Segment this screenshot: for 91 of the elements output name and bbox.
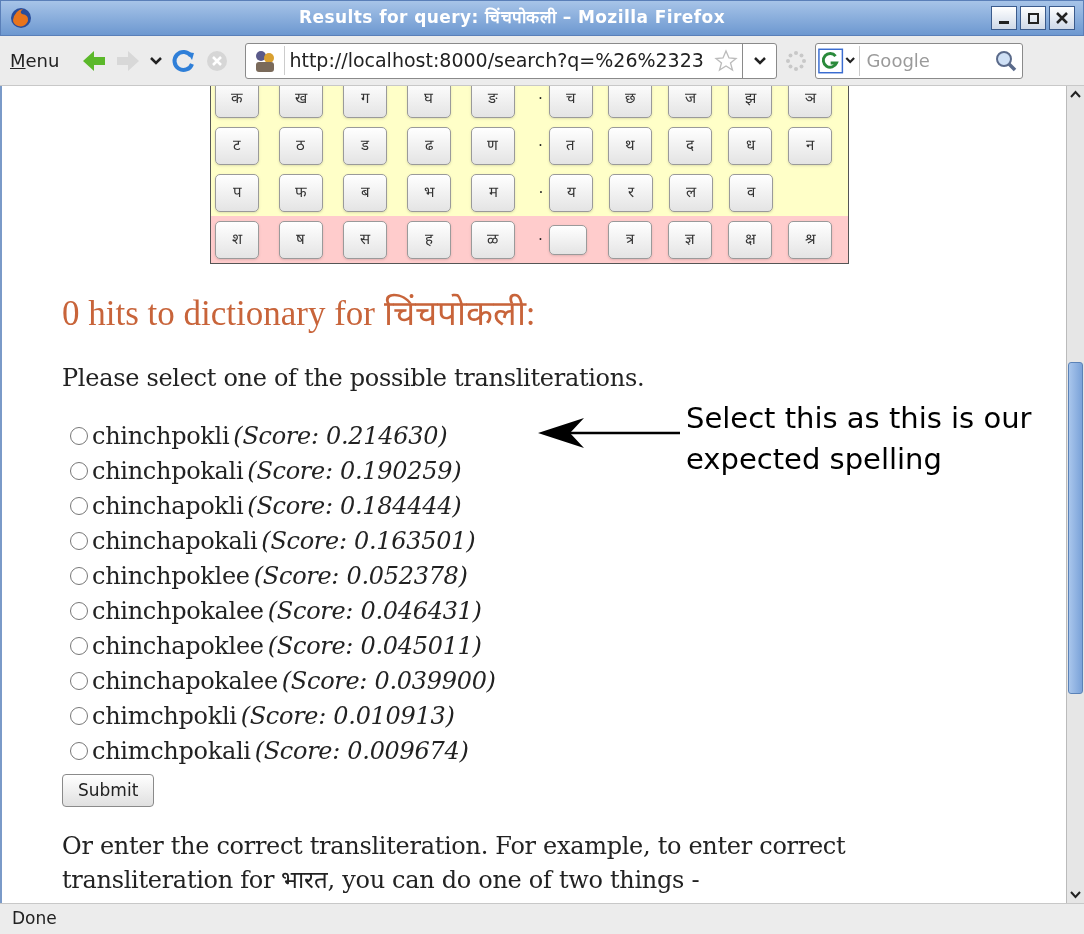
status-text: Done: [12, 907, 57, 931]
letter-key[interactable]: त: [548, 126, 593, 165]
radio-button[interactable]: [70, 461, 88, 480]
loading-spinner-icon: [785, 49, 808, 72]
arrow-icon: [538, 418, 680, 448]
letter-key[interactable]: क: [215, 86, 259, 118]
close-button[interactable]: [1049, 6, 1075, 30]
radio-button[interactable]: [70, 601, 88, 620]
transliteration-option[interactable]: chinchapokalee (Score: 0.039900): [62, 663, 610, 698]
letter-key[interactable]: ङ: [470, 86, 515, 118]
letter-key[interactable]: त्र: [608, 220, 653, 259]
close-icon: [1056, 12, 1068, 24]
annotation-text: Select this as this is our expected spelling: [686, 400, 1033, 478]
letter-key[interactable]: ष: [278, 220, 323, 259]
letter-key[interactable]: व: [729, 173, 773, 212]
instruction-paragraph: Or enter the correct transliteration. For example, to enter correct transliteration for भारत, you can do one of two things -: [62, 831, 847, 896]
letter-key[interactable]: ग: [342, 86, 387, 118]
search-field[interactable]: Google: [860, 47, 995, 74]
menu-button[interactable]: Menu: [10, 47, 60, 74]
separator-dot: ·: [537, 89, 544, 108]
minimize-icon: [999, 20, 1009, 24]
transliteration-option[interactable]: chinchapokali (Score: 0.163501): [62, 523, 610, 558]
letter-key[interactable]: न: [788, 126, 833, 165]
scroll-thumb[interactable]: [1068, 362, 1083, 694]
letter-key[interactable]: म: [471, 173, 515, 212]
radio-button[interactable]: [70, 741, 88, 760]
window-title: Results for query: चिंचपोकली – Mozilla Firefox: [297, 6, 727, 30]
letter-key[interactable]: ढ: [406, 126, 451, 165]
results-heading: 0 hits to dictionary for चिंचपोकली:: [62, 294, 537, 334]
search-engine-icon[interactable]: [816, 45, 861, 76]
transliteration-option[interactable]: chimchpokali (Score: 0.009674): [62, 733, 610, 768]
caret-icon: [752, 55, 767, 66]
radio-button[interactable]: [70, 706, 88, 725]
letter-key[interactable]: ळ: [470, 220, 515, 259]
transliteration-option[interactable]: chinchpokli (Score: 0.214630): [62, 418, 610, 453]
letter-key[interactable]: ज: [668, 86, 713, 118]
separator-dot: ·: [537, 183, 545, 202]
letter-key[interactable]: ब: [343, 173, 387, 212]
letter-key[interactable]: क्ष: [728, 220, 773, 259]
letter-key[interactable]: र: [609, 173, 653, 212]
letter-key[interactable]: छ: [608, 86, 653, 118]
maximize-button[interactable]: [1020, 6, 1046, 30]
letter-key[interactable]: भ: [407, 173, 451, 212]
letter-key[interactable]: ख: [278, 86, 323, 118]
minimize-button[interactable]: [991, 6, 1017, 30]
radio-button[interactable]: [70, 496, 88, 515]
radio-button[interactable]: [70, 566, 88, 585]
blank-key[interactable]: [548, 224, 587, 255]
bookmark-star-icon[interactable]: [714, 48, 739, 73]
radio-button[interactable]: [70, 671, 88, 690]
letter-key[interactable]: स: [342, 220, 387, 259]
separator-dot: ·: [537, 136, 544, 155]
radio-button[interactable]: [70, 636, 88, 655]
letter-key[interactable]: ज्ञ: [668, 220, 713, 259]
transliteration-option[interactable]: chinchpokalee (Score: 0.046431): [62, 593, 610, 628]
back-arrow-icon[interactable]: [81, 48, 108, 73]
search-icon[interactable]: [994, 48, 1019, 73]
address-bar[interactable]: http://localhost:8000/search?q=%26%2323: [245, 42, 778, 79]
letter-key[interactable]: य: [549, 173, 593, 212]
dropdown-caret-icon[interactable]: [149, 55, 164, 66]
letter-key[interactable]: ञ: [788, 86, 833, 118]
letter-key[interactable]: प: [215, 173, 259, 212]
search-box[interactable]: Google: [815, 42, 1024, 79]
transliteration-option[interactable]: chinchapokli (Score: 0.184444): [62, 488, 610, 523]
submit-button[interactable]: Submit: [62, 774, 155, 807]
radio-button[interactable]: [70, 531, 88, 550]
separator-dot: ·: [537, 230, 544, 249]
transliteration-option[interactable]: chimchpokli (Score: 0.010913): [62, 698, 610, 733]
letter-key[interactable]: श: [215, 220, 259, 259]
letter-key[interactable]: ल: [669, 173, 713, 212]
letter-key[interactable]: श्र: [788, 220, 833, 259]
letter-key[interactable]: ड: [342, 126, 387, 165]
letter-key[interactable]: ट: [215, 126, 259, 165]
letter-key[interactable]: थ: [608, 126, 653, 165]
letter-key[interactable]: घ: [406, 86, 451, 118]
letter-key[interactable]: च: [548, 86, 593, 118]
transliteration-option[interactable]: chinchapoklee (Score: 0.045011): [62, 628, 610, 663]
scrollbar[interactable]: [1066, 86, 1084, 903]
letter-key[interactable]: ध: [728, 126, 773, 165]
radio-button[interactable]: [70, 426, 88, 445]
transliteration-option[interactable]: chinchpokali (Score: 0.190259): [62, 453, 610, 488]
letter-key[interactable]: फ: [279, 173, 323, 212]
instruction-text: Please select one of the possible transliterations.: [62, 363, 646, 394]
letter-key[interactable]: झ: [728, 86, 773, 118]
letter-key[interactable]: द: [668, 126, 713, 165]
maximize-icon: [1027, 12, 1039, 24]
letter-key[interactable]: ह: [406, 220, 451, 259]
url-text: http://localhost:8000/search?q=%26%2323: [284, 46, 711, 75]
transliteration-option[interactable]: chinchpoklee (Score: 0.052378): [62, 558, 610, 593]
letter-key[interactable]: ण: [470, 126, 515, 165]
letter-key[interactable]: ठ: [278, 126, 323, 165]
